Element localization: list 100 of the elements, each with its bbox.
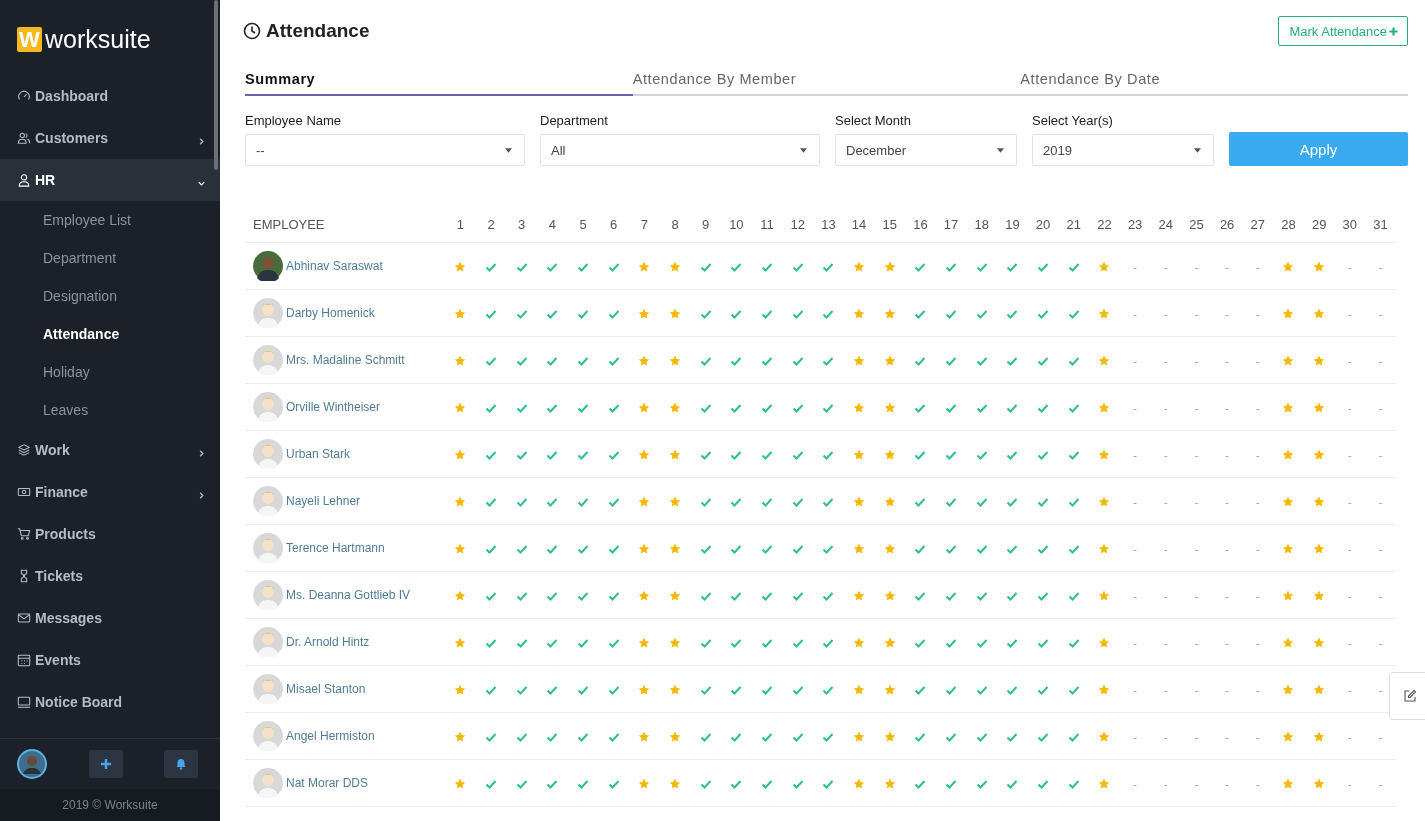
submenu-item[interactable]: Department (0, 239, 220, 277)
clock-icon (243, 22, 261, 40)
edit-button[interactable] (1389, 672, 1425, 720)
day-header: 24 (1158, 216, 1173, 232)
day-header: 3 (518, 216, 526, 232)
bell-icon (175, 758, 187, 770)
employee-name-link[interactable]: Darby Homenick (286, 306, 375, 320)
day-header: 21 (1066, 216, 1081, 232)
submenu-item[interactable]: Designation (0, 277, 220, 315)
tab[interactable]: Attendance By Member (632, 62, 1021, 96)
no-record-mark: - (1378, 731, 1383, 743)
star-icon (669, 636, 682, 649)
no-record-mark: - (1163, 590, 1168, 602)
avatar-icon (253, 533, 283, 563)
users-icon (17, 131, 31, 145)
dropdown-field[interactable]: December (835, 134, 1017, 166)
no-record-mark: - (1255, 778, 1260, 790)
employee-name-link[interactable]: Nat Morar DDS (286, 776, 368, 790)
employee-name-link[interactable]: Urban Stark (286, 447, 351, 461)
no-record-mark: - (1194, 543, 1199, 555)
employee-name-link[interactable]: Angel Hermiston (286, 729, 375, 743)
caret-icon (997, 147, 1004, 153)
star-icon (853, 589, 866, 602)
no-record-mark: - (1133, 449, 1137, 461)
no-record-mark: - (1255, 684, 1260, 696)
dropdown-field[interactable]: 2019 (1032, 134, 1214, 166)
sidebar-item[interactable]: Messages (0, 597, 220, 639)
sidebar-item[interactable]: Finance (0, 471, 220, 513)
star-icon (1282, 495, 1295, 508)
star-icon (883, 589, 896, 602)
mark-attendance-button[interactable]: Mark Attendance (1278, 16, 1408, 46)
day-header: 20 (1035, 216, 1051, 232)
star-icon (638, 401, 651, 414)
no-record-mark: - (1163, 496, 1168, 508)
sidebar-item[interactable]: HR (0, 159, 220, 201)
star-icon (638, 260, 651, 273)
tab[interactable]: Summary (245, 62, 633, 96)
star-icon (669, 730, 682, 743)
dropdown-field[interactable]: -- (245, 134, 525, 166)
star-icon (1313, 683, 1326, 696)
star-icon (853, 542, 866, 555)
star-icon (1313, 730, 1326, 743)
tab[interactable]: Attendance By Date (1020, 62, 1408, 96)
no-record-mark: - (1348, 684, 1352, 696)
chevron-right-icon (197, 448, 206, 458)
avatar-icon[interactable] (17, 749, 47, 779)
day-header: 27 (1250, 216, 1266, 232)
no-record-mark: - (1378, 449, 1383, 461)
star-icon (638, 777, 651, 790)
notifications-button[interactable] (164, 750, 198, 778)
star-icon (1282, 307, 1295, 320)
sidebar-item[interactable]: Work (0, 429, 220, 471)
day-header: 29 (1311, 216, 1327, 232)
logo-mark: W (17, 27, 42, 52)
dropdown-field[interactable]: All (540, 134, 820, 166)
employee-name-link[interactable]: Misael Stanton (286, 682, 366, 696)
employee-name-link[interactable]: Orville Wintheiser (286, 400, 381, 414)
no-record-mark: - (1225, 261, 1229, 273)
day-header: 31 (1373, 216, 1388, 232)
submenu-item[interactable]: Attendance (0, 315, 220, 353)
star-icon (853, 401, 866, 414)
star-icon (1313, 448, 1326, 461)
star-icon (669, 448, 682, 461)
star-icon (883, 730, 896, 743)
submenu-item[interactable]: Leaves (0, 391, 220, 429)
sidebar-item[interactable]: Dashboard (0, 75, 220, 117)
scrollbar-thumb[interactable] (214, 0, 218, 170)
no-record-mark: - (1225, 355, 1229, 367)
avatar-icon (253, 721, 283, 751)
employee-name-link[interactable]: Terence Hartmann (286, 541, 385, 555)
day-header: 23 (1127, 216, 1143, 232)
star-icon (883, 636, 896, 649)
employee-name-link[interactable]: Abhinav Saraswat (286, 259, 383, 273)
employee-name-link[interactable]: Ms. Deanna Gottlieb IV (286, 588, 411, 602)
star-icon (1313, 636, 1326, 649)
field-label: Select Year(s) (1032, 113, 1114, 128)
sidebar-item[interactable]: Notice Board (0, 681, 220, 723)
plus-icon (99, 758, 112, 770)
star-icon (883, 307, 896, 320)
sidebar-item[interactable]: Events (0, 639, 220, 681)
no-record-mark: - (1133, 261, 1137, 273)
star-icon (454, 448, 467, 461)
star-icon (454, 260, 467, 273)
employee-name-link[interactable]: Dr. Arnold Hintz (286, 635, 370, 649)
sidebar-item[interactable]: Tickets (0, 555, 220, 597)
no-record-mark: - (1194, 684, 1199, 696)
star-icon (1313, 495, 1326, 508)
star-icon (638, 448, 651, 461)
submenu-item[interactable]: Employee List (0, 201, 220, 239)
star-icon (454, 589, 467, 602)
no-record-mark: - (1163, 684, 1168, 696)
day-header: 13 (821, 216, 836, 232)
no-record-mark: - (1348, 778, 1352, 790)
submenu-item[interactable]: Holiday (0, 353, 220, 391)
add-button[interactable] (88, 750, 123, 778)
sidebar-item[interactable]: Products (0, 513, 220, 555)
employee-name-link[interactable]: Mrs. Madaline Schmitt (286, 353, 405, 367)
no-record-mark: - (1163, 402, 1168, 414)
employee-name-link[interactable]: Nayeli Lehner (286, 494, 361, 508)
sidebar-item[interactable]: Customers (0, 117, 220, 159)
